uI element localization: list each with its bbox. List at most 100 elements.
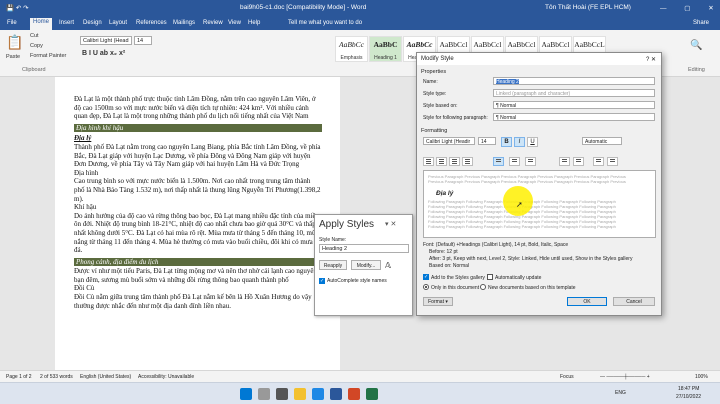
auto-update-checkbox[interactable] [487,274,493,280]
bold-button[interactable]: B [501,137,512,147]
font-name-box[interactable]: Calibri Light (Head [80,36,132,45]
clock-date[interactable]: 27/10/2022 [676,394,701,400]
style-type-select[interactable]: Linked (paragraph and character) [493,89,655,97]
task-view-icon[interactable] [276,388,288,400]
decrease-indent-button[interactable] [593,157,604,166]
align-right-button[interactable] [449,157,460,166]
font-format-buttons[interactable]: B I U ab x₂ x² [82,50,125,57]
tab-file[interactable]: File [4,19,20,27]
dialog-close-icon[interactable]: ? ✕ [646,56,656,63]
heading-1: Địa hình khí hậu [74,123,322,133]
page-count[interactable]: Page 1 of 2 [6,374,32,380]
style-heading-1[interactable]: AaBbC Heading 1 [369,36,402,62]
tab-home[interactable]: Home [30,18,53,30]
focus-button[interactable]: Focus [560,374,574,380]
user-name[interactable]: Tôn Thất Hoài (FE EPL HCM) [545,4,631,11]
size-select[interactable]: 14 [478,137,496,145]
based-on-select[interactable]: ¶ Normal [493,101,655,109]
language-status[interactable]: English (United States) [80,374,131,380]
style-name-label: Style Name: [319,237,347,243]
new-documents-radio[interactable] [480,284,486,290]
clipboard-group-label: Clipboard [22,67,46,73]
tell-me-search[interactable]: Tell me what you want to do [285,19,365,27]
edge-icon[interactable] [312,388,324,400]
clock-time[interactable]: 18:47 PM [678,386,699,392]
document-body[interactable]: Đà Lạt là một thành phố trực thuộc tỉnh … [74,95,322,310]
color-select[interactable]: Automatic [582,137,622,145]
only-this-document-radio[interactable] [423,284,429,290]
formatting-heading: Formatting [421,128,448,134]
style-name-input[interactable]: Heading 2 [319,244,409,253]
window-controls[interactable]: — ▢ ✕ [660,4,720,12]
editing-group-label: Editing [688,67,705,73]
underline-button[interactable]: U [527,137,538,147]
word-count[interactable]: 2 of 533 words [40,374,73,380]
autocomplete-checkbox[interactable]: ✓ [319,278,325,284]
copy-button[interactable]: Copy [30,43,43,49]
one-half-spacing-button[interactable] [509,157,520,166]
cut-button[interactable]: Cut [30,33,39,39]
search-icon[interactable] [258,388,270,400]
status-bar: Page 1 of 2 2 of 533 words English (Unit… [0,370,720,382]
double-spacing-button[interactable] [525,157,536,166]
format-button[interactable]: Format ▾ [423,297,453,306]
space-before-button[interactable] [559,157,570,166]
body-paragraph: Đà Lạt là một thành phố trực thuộc tỉnh … [74,95,316,121]
format-painter-button[interactable]: Format Painter [30,53,66,59]
modify-button[interactable]: Modify... [351,260,381,270]
reapply-button[interactable]: Reapply [319,260,347,270]
zoom-slider[interactable]: — ─────┼───── + [600,374,650,380]
tab-insert[interactable]: Insert [56,19,77,27]
find-icon[interactable]: 🔍 [690,40,702,51]
only-this-document-label: Only in this document [431,285,480,291]
space-after-button[interactable] [573,157,584,166]
powerpoint-icon[interactable] [348,388,360,400]
style-type-label: Style type: [423,91,447,97]
pane-close-icon[interactable]: ▾ ✕ [385,220,396,228]
styles-pane-icon[interactable]: 𝔸 [385,261,391,270]
name-input[interactable]: Heading 2 [493,77,655,85]
tab-mailings[interactable]: Mailings [170,19,198,27]
tab-layout[interactable]: Layout [106,19,130,27]
body-paragraph: Do ảnh hưởng của độ cao và rừng thông ba… [74,211,320,255]
language-indicator[interactable]: ENG [615,390,626,396]
tab-help[interactable]: Help [245,19,263,27]
start-icon[interactable] [240,388,252,400]
modify-style-dialog: Modify Style ? ✕ Properties Name: Headin… [416,52,662,316]
style-preview: Previous Paragraph Previous Paragraph Pr… [423,170,656,238]
following-style-select[interactable]: ¶ Normal [493,113,655,121]
paste-button[interactable]: Paste [6,54,20,60]
apply-styles-pane: Apply Styles ▾ ✕ Style Name: Heading 2 R… [314,214,413,316]
word-icon[interactable] [330,388,342,400]
autosave-icon[interactable]: 💾 ↶ ↷ [6,4,29,12]
paste-icon[interactable]: 📋 [6,34,23,51]
align-left-button[interactable] [423,157,434,166]
document-page[interactable]: Đà Lạt là một thành phố trực thuộc tỉnh … [55,77,340,370]
tab-review[interactable]: Review [200,19,226,27]
tab-view[interactable]: View [225,19,244,27]
body-paragraph: Khí hậu [74,203,97,212]
ok-button[interactable]: OK [567,297,607,306]
preview-heading: Địa lý [436,190,454,197]
cancel-button[interactable]: Cancel [613,297,655,306]
excel-icon[interactable] [366,388,378,400]
font-size-box[interactable]: 14 [134,36,152,45]
share-button[interactable]: Share [690,19,712,27]
tab-references[interactable]: References [133,19,170,27]
accessibility-status[interactable]: Accessibility: Unavailable [138,374,194,380]
font-select[interactable]: Calibri Light (Headir [423,137,475,145]
description-line-3: After: 3 pt, Keep with next, Level 2, St… [429,256,633,262]
tab-design[interactable]: Design [80,19,105,27]
add-to-gallery-checkbox[interactable]: ✓ [423,274,429,280]
align-center-button[interactable] [436,157,447,166]
italic-button[interactable]: I [514,137,525,147]
body-paragraph: Đồi Cù [74,284,95,293]
file-explorer-icon[interactable] [294,388,306,400]
increase-indent-button[interactable] [607,157,618,166]
heading-1: Phong cảnh, địa điểm du lịch [74,257,322,267]
description-line-2: Before: 12 pt [429,249,458,255]
zoom-level[interactable]: 100% [695,374,708,380]
justify-button[interactable] [462,157,473,166]
single-spacing-button[interactable] [493,157,504,166]
style-emphasis[interactable]: AaBbCc Emphasis [335,36,368,62]
